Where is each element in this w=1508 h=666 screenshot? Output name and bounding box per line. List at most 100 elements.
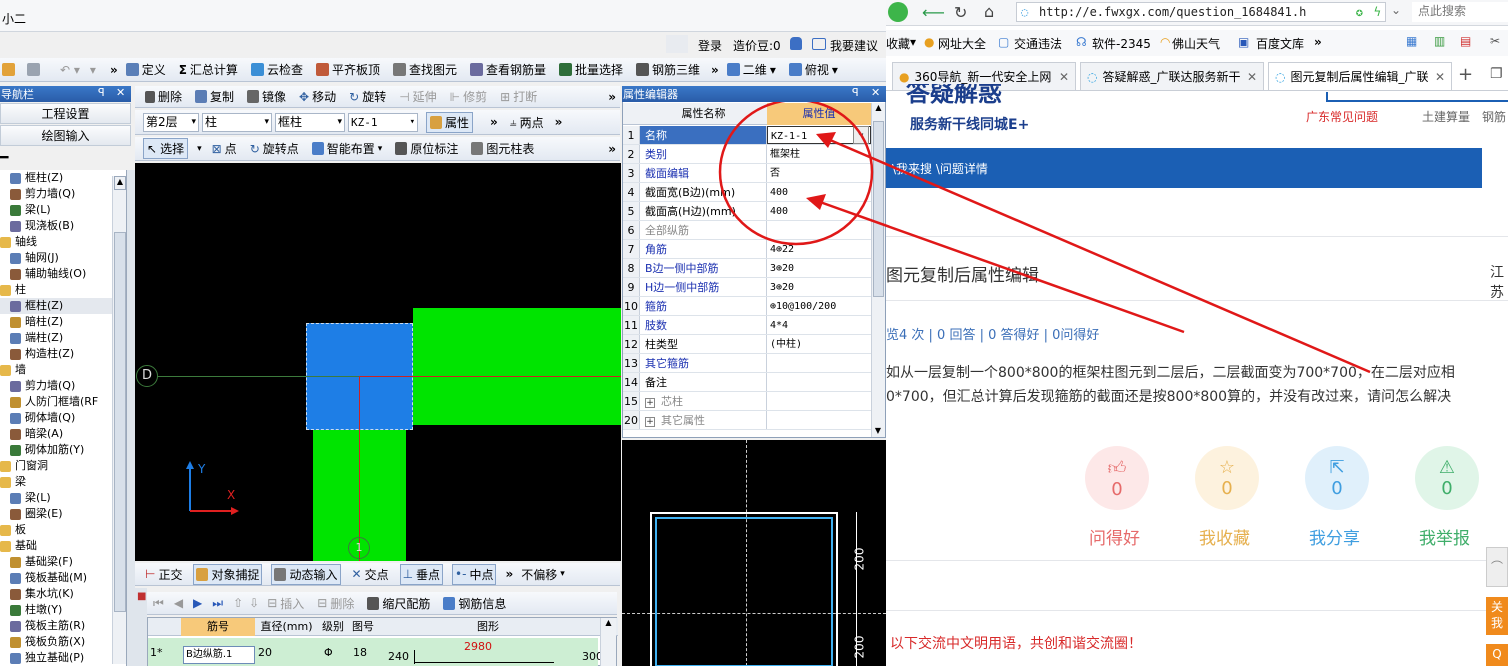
- properties-toggle-button[interactable]: 属性: [426, 111, 474, 133]
- bookmark-weather[interactable]: 佛山天气: [1172, 35, 1220, 52]
- pin-icon[interactable]: ■: [137, 591, 146, 602]
- property-row[interactable]: 15 + 芯柱: [623, 392, 871, 411]
- action-label[interactable]: 我举报: [1419, 524, 1470, 549]
- tree-item[interactable]: 梁(L): [0, 490, 126, 506]
- tree-group[interactable]: 墙: [0, 362, 126, 378]
- floor-select[interactable]: 第2层 ▾: [143, 112, 199, 132]
- next-record-icon[interactable]: ▶: [193, 596, 202, 610]
- search-field[interactable]: 点此搜索: [1412, 2, 1508, 22]
- chevron-down-icon[interactable]: ▾: [197, 144, 202, 154]
- project-settings-button[interactable]: 工程设置: [0, 103, 131, 124]
- property-row[interactable]: 10 箍筋 ⊕10@100/200: [623, 297, 871, 316]
- property-value[interactable]: [767, 373, 871, 391]
- scroll-down-icon[interactable]: ▼: [872, 426, 884, 435]
- splitter[interactable]: [127, 170, 135, 666]
- scale-rebar-button[interactable]: 缩尺配筋: [365, 594, 432, 613]
- property-value[interactable]: 3⊕20: [767, 259, 871, 277]
- folder-icon[interactable]: [2, 63, 15, 76]
- scroll-thumb[interactable]: [114, 232, 126, 612]
- offset-select[interactable]: 不偏移 ▾: [519, 565, 567, 584]
- tree-item[interactable]: 集水坑(K): [0, 586, 126, 602]
- tab-answers[interactable]: ◌ 答疑解惑_广联达服务新干 ✕: [1080, 62, 1264, 90]
- nav-link-rebar[interactable]: 钢筋: [1482, 108, 1506, 125]
- nav-link-guangdong[interactable]: 广东常见问题: [1306, 108, 1378, 125]
- close-icon[interactable]: ✕: [871, 86, 880, 99]
- tree-item[interactable]: 框柱(Z): [0, 170, 126, 186]
- property-value[interactable]: 框架柱: [767, 145, 871, 163]
- login-link[interactable]: 登录: [698, 37, 722, 54]
- more-chevron-icon[interactable]: »: [608, 90, 616, 104]
- save-icon[interactable]: [27, 63, 40, 76]
- delete-button[interactable]: 删除: [143, 87, 184, 106]
- property-value[interactable]: 400: [767, 202, 871, 220]
- adblock-icon[interactable]: ▤: [1460, 34, 1471, 48]
- breadcrumb[interactable]: \我来搜 \问题详情: [892, 160, 988, 177]
- drawing-input-button[interactable]: 绘图输入: [0, 125, 131, 146]
- view-2d-select[interactable]: 二维 ▾: [725, 60, 778, 79]
- close-icon[interactable]: ✕: [116, 86, 125, 99]
- diameter-cell[interactable]: 20: [258, 646, 272, 659]
- bookmark-favorites[interactable]: 收藏: [886, 35, 910, 52]
- find-element-button[interactable]: 查找图元: [391, 60, 459, 79]
- tree-item[interactable]: 端柱(Z): [0, 330, 126, 346]
- tree-item[interactable]: 暗梁(A): [0, 426, 126, 442]
- property-value[interactable]: (中柱): [767, 335, 871, 353]
- more-chevron-icon[interactable]: »: [608, 142, 616, 156]
- tree-item[interactable]: 筏板负筋(X): [0, 634, 126, 650]
- suggest-link[interactable]: 我要建议: [830, 37, 878, 54]
- tree-item[interactable]: 辅助轴线(O): [0, 266, 126, 282]
- midpoint-snap[interactable]: •- 中点: [452, 563, 497, 585]
- close-icon[interactable]: ✕: [1059, 70, 1069, 84]
- last-record-icon[interactable]: ⏭: [212, 596, 223, 611]
- property-row[interactable]: 20 + 其它属性: [623, 411, 871, 430]
- tree-item[interactable]: 剪力墙(Q): [0, 378, 126, 394]
- element-name-select[interactable]: KZ-1 ▾: [348, 112, 418, 132]
- nav-link-civil[interactable]: 土建算量: [1422, 108, 1470, 125]
- table-row[interactable]: 1* B边纵筋.1 20 Φ 18 240 2980 300: [148, 638, 603, 666]
- property-row[interactable]: 4 截面宽(B边)(mm) 400: [623, 183, 871, 202]
- grid-scrollbar[interactable]: ▲: [600, 618, 616, 666]
- top-view-select[interactable]: 俯视 ▾: [787, 60, 840, 79]
- qq-float[interactable]: Q: [1486, 644, 1508, 666]
- tree-item[interactable]: 梁(L): [0, 202, 126, 218]
- more-chevron-icon[interactable]: »: [1314, 35, 1322, 49]
- property-value[interactable]: ⊕10@100/200: [767, 297, 871, 315]
- tree-item[interactable]: 柱墩(Y): [0, 602, 126, 618]
- undo-icon[interactable]: ↶ ▾: [60, 63, 80, 77]
- subtype-select[interactable]: 框柱 ▾: [275, 112, 345, 132]
- tab-list-icon[interactable]: ❐: [1490, 66, 1503, 82]
- pin-icon[interactable]: ꟼ: [852, 86, 859, 99]
- property-value[interactable]: 400: [767, 183, 871, 201]
- tree-group[interactable]: 轴线: [0, 234, 126, 250]
- bookmark-wenku[interactable]: 百度文库: [1256, 35, 1304, 52]
- dynamic-input-toggle[interactable]: 动态输入: [271, 563, 341, 585]
- property-row[interactable]: 13 其它箍筋: [623, 354, 871, 373]
- point-button[interactable]: ⊠ 点: [210, 139, 239, 158]
- tree-item[interactable]: 框柱(Z): [0, 298, 126, 314]
- tree-item[interactable]: 筏板基础(M): [0, 570, 126, 586]
- extend-button[interactable]: ⊣ 延伸: [397, 87, 438, 106]
- action-label[interactable]: 问得好: [1089, 524, 1140, 549]
- tree-group[interactable]: 柱: [0, 282, 126, 298]
- more-chevron-icon[interactable]: »: [110, 63, 118, 77]
- property-row[interactable]: 14 备注: [623, 373, 871, 392]
- close-icon[interactable]: ✕: [1247, 70, 1257, 84]
- smart-layout-button[interactable]: 智能布置 ▾: [310, 139, 385, 158]
- action-warning-button[interactable]: ⚠ 0: [1415, 446, 1479, 510]
- property-value[interactable]: 否: [767, 164, 871, 182]
- mirror-button[interactable]: 镜像: [245, 87, 288, 106]
- rotate-point-button[interactable]: ↻ 旋转点: [248, 139, 301, 158]
- feedback-float[interactable]: 关 我: [1486, 597, 1508, 635]
- action-label[interactable]: 我分享: [1309, 524, 1360, 549]
- refresh-icon[interactable]: ↻: [954, 3, 967, 22]
- property-value[interactable]: [767, 354, 871, 372]
- beam-horizontal[interactable]: [413, 308, 621, 425]
- grade-cell[interactable]: Φ: [324, 646, 333, 659]
- more-chevron-icon[interactable]: »: [490, 115, 498, 129]
- bar-name-cell[interactable]: B边纵筋.1: [183, 646, 255, 664]
- summary-calc-button[interactable]: Σ 汇总计算: [177, 60, 240, 79]
- scroll-up-icon[interactable]: ▲: [601, 618, 616, 627]
- action-share-button[interactable]: ⇱ 0: [1305, 446, 1369, 510]
- chevron-down-icon[interactable]: ⌄: [853, 126, 869, 144]
- two-point-button[interactable]: ⫨ 两点: [508, 113, 546, 132]
